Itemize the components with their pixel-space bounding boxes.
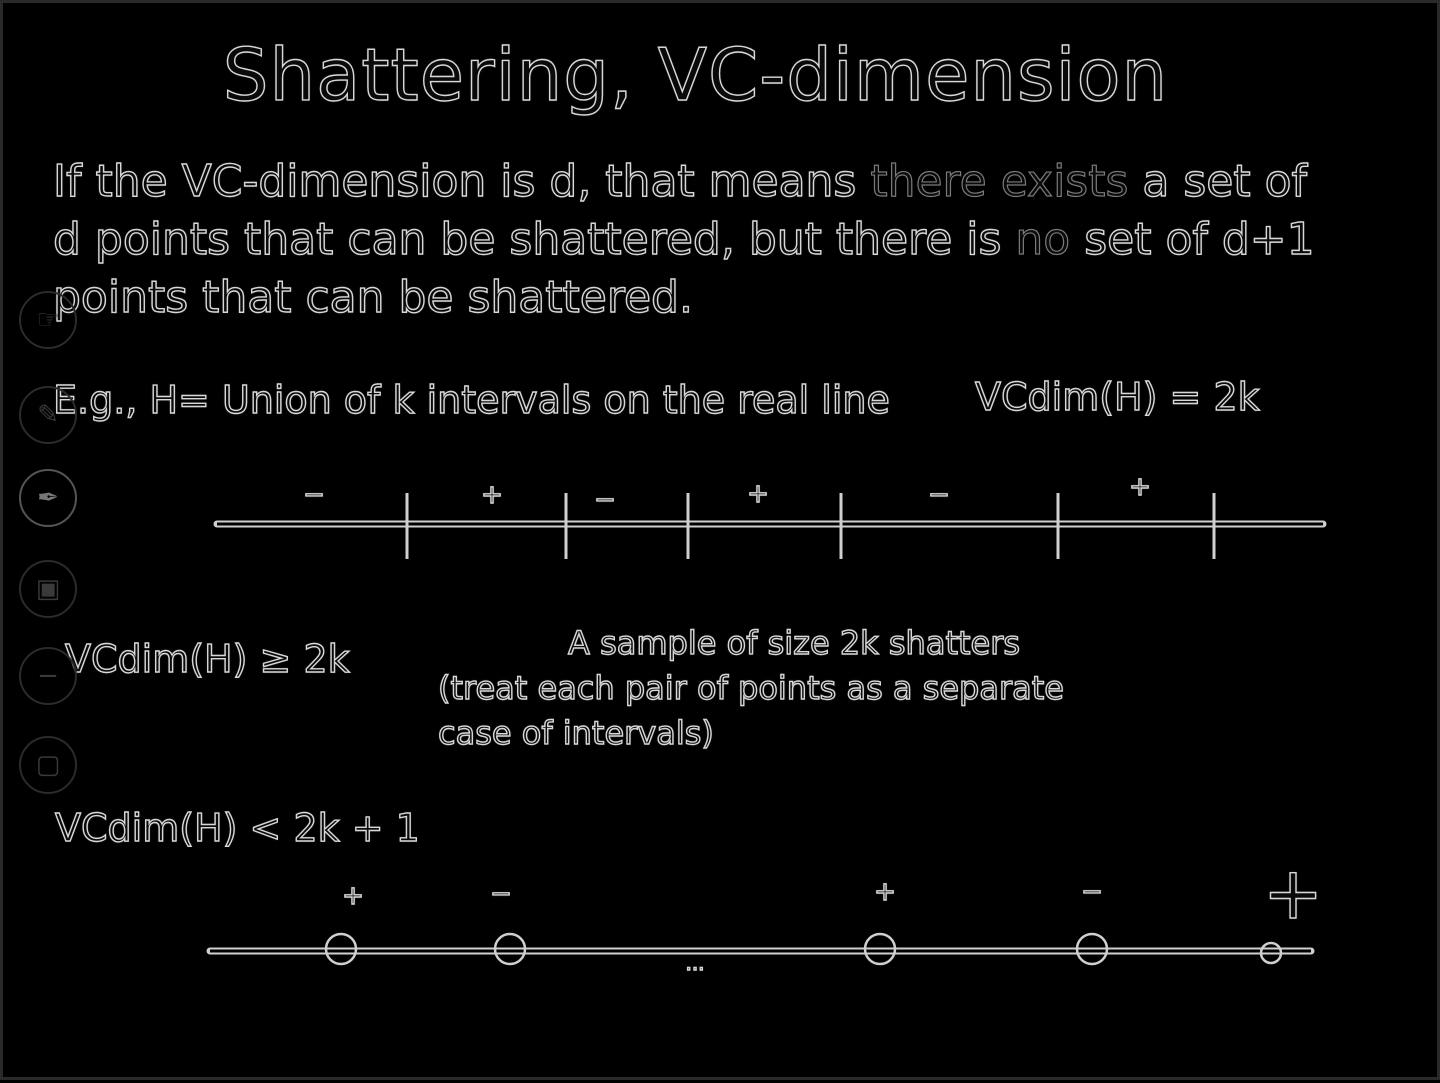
top-label-2: + <box>480 479 503 510</box>
top-label-6: + <box>1128 471 1151 502</box>
pen-icon[interactable]: ✎ <box>19 386 77 444</box>
zoom-out-icon[interactable]: − <box>19 647 77 705</box>
top-label-4: + <box>746 478 769 509</box>
bottom-label-4: − <box>1080 876 1103 907</box>
bottom-label-2: − <box>489 878 512 909</box>
bottom-label-3: + <box>873 876 896 907</box>
top-label-1: − <box>302 479 325 510</box>
highlighter-icon[interactable]: ✒ <box>19 469 77 527</box>
screen-icon[interactable]: ▢ <box>19 736 77 794</box>
top-label-3: − <box>593 484 616 515</box>
slide: Shattering, VC-dimension If the VC-dimen… <box>0 0 1440 1080</box>
top-label-5: − <box>927 479 950 510</box>
bottom-dots: ... <box>685 950 705 975</box>
number-line-diagrams <box>206 493 1327 966</box>
pointer-icon[interactable]: ☞ <box>19 291 77 349</box>
bottom-label-1: + <box>341 880 364 911</box>
eraser-icon[interactable]: ▣ <box>19 560 77 618</box>
bottom-label-5-large: + <box>1262 850 1324 935</box>
